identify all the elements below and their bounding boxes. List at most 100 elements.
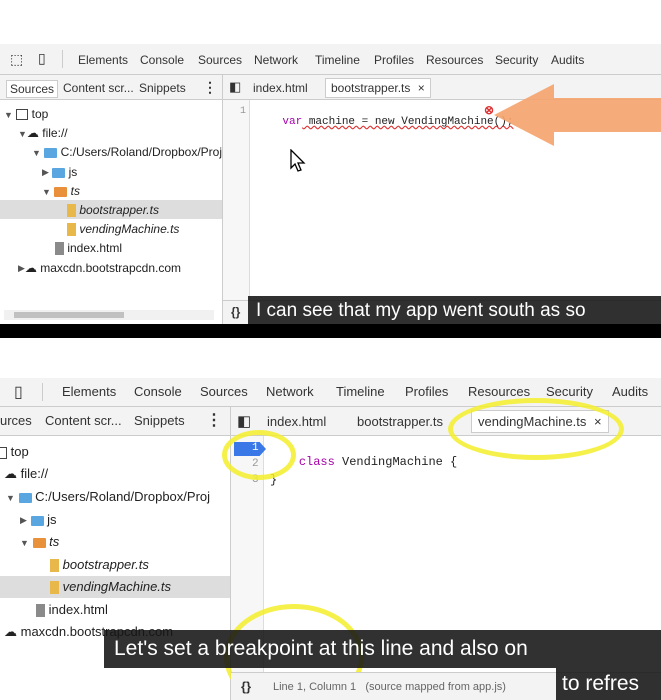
tab-security[interactable]: Security [495, 53, 538, 67]
toggle-navigator-icon[interactable]: ◧ [237, 412, 251, 430]
frame-icon [0, 446, 7, 459]
scrollbar-thumb[interactable] [14, 312, 124, 318]
nav-tab-content-scripts[interactable]: Content scr... [45, 413, 122, 428]
code-text: VendingMachine { [334, 455, 458, 469]
nav-tab-sources[interactable]: Sources [6, 80, 59, 98]
folder-icon [18, 492, 32, 503]
tab-resources[interactable]: Resources [468, 384, 530, 399]
tab-audits[interactable]: Audits [551, 53, 584, 67]
nav-tab-sources[interactable]: urces [0, 413, 32, 428]
tree-item-vending[interactable]: vendingMachine.ts [50, 579, 172, 595]
editor-tab-bootstrapper[interactable]: bootstrapper.ts × [325, 78, 431, 98]
tab-timeline[interactable]: Timeline [336, 384, 385, 399]
tree-label: file:// [20, 466, 49, 481]
tree-item-index-html[interactable]: index.html [36, 602, 108, 618]
tab-console[interactable]: Console [134, 384, 182, 399]
tab-profiles[interactable]: Profiles [405, 384, 448, 399]
tree-item-js-folder[interactable]: ▶ js [20, 512, 57, 527]
bottom-caption-line1: Let's set a breakpoint at this line and … [104, 630, 661, 668]
highlight-circle-tab [448, 398, 624, 460]
folder-icon [52, 167, 66, 178]
device-mode-icon[interactable]: ▯ [38, 50, 46, 67]
tab-elements[interactable]: Elements [78, 53, 128, 67]
inspect-element-icon[interactable]: ⬚ [10, 51, 23, 68]
close-tab-icon[interactable]: × [418, 81, 425, 95]
tab-sources[interactable]: Sources [200, 384, 248, 399]
error-icon[interactable]: ⊗ [484, 103, 494, 117]
tree-item-file[interactable]: ☁ file:// [4, 466, 48, 482]
bottom-navigator-tabbar: urces Content scr... Snippets ⋮ [0, 407, 230, 436]
tree-item-bootstrapper[interactable]: bootstrapper.ts [50, 557, 149, 573]
tree-label: index.html [67, 241, 123, 255]
tab-audits[interactable]: Audits [612, 384, 648, 399]
tree-label: C:/Users/Roland/Dropbox/Proj [35, 489, 211, 504]
code-line-1[interactable]: var machine = new VendingMachine(); [256, 104, 513, 140]
editor-tab-index-html[interactable]: index.html [267, 414, 326, 429]
folder-icon [54, 186, 68, 197]
cloud-icon: ☁ [24, 261, 37, 275]
tree-label: C:/Users/Roland/Dropbox/Proj [60, 145, 223, 159]
tree-item-project-folder[interactable]: ▼ C:/Users/Roland/Dropbox/Proj [6, 489, 210, 504]
editor-tab-index-html[interactable]: index.html [253, 81, 308, 95]
editor-tab-bootstrapper[interactable]: bootstrapper.ts [357, 414, 443, 429]
tree-label: js [68, 165, 78, 179]
file-icon [67, 204, 76, 218]
frame-icon [16, 109, 29, 121]
tab-elements[interactable]: Elements [62, 384, 116, 399]
top-caption: I can see that my app went south as so [248, 296, 661, 324]
tree-label: bootstrapper.ts [79, 203, 159, 217]
tree-item-file[interactable]: ▼☁ file:// [18, 126, 68, 140]
device-mode-icon[interactable]: ▯ [14, 382, 23, 402]
pretty-print-icon[interactable]: {} [241, 679, 251, 694]
tab-console[interactable]: Console [140, 53, 184, 67]
bottom-caption-line2: to refres [556, 668, 661, 700]
navigator-scrollbar[interactable] [4, 310, 214, 320]
tab-network[interactable]: Network [266, 384, 314, 399]
tree-item-index-html[interactable]: index.html [55, 241, 123, 256]
top-navigator-tabbar: Sources Content scr... Snippets ⋮ [0, 75, 222, 100]
tab-network[interactable]: Network [254, 53, 298, 67]
toggle-navigator-icon[interactable]: ◧ [229, 79, 241, 95]
top-frame-bottom-border [0, 324, 661, 338]
tree-label: file:// [42, 126, 68, 140]
more-tabs-icon[interactable]: ⋮ [203, 79, 217, 96]
tree-label: ts [70, 184, 80, 198]
more-tabs-icon[interactable]: ⋮ [206, 410, 222, 430]
nav-tab-snippets[interactable]: Snippets [139, 81, 186, 95]
folder-icon [44, 147, 58, 158]
top-main-toolbar: ⬚ ▯ Elements Console Sources Network Tim… [0, 44, 661, 75]
caption-text: to refres [562, 672, 640, 695]
tree-item-ts-folder[interactable]: ▼ ts [42, 184, 80, 198]
folder-icon [32, 537, 46, 548]
highlight-circle-line [222, 430, 296, 480]
tree-label: vendingMachine.ts [62, 579, 172, 594]
tree-label: index.html [48, 602, 108, 617]
tree-item-vending[interactable]: vendingMachine.ts [67, 222, 179, 237]
cloud-icon: ☁ [4, 466, 17, 481]
gutter [223, 100, 250, 300]
tab-security[interactable]: Security [546, 384, 593, 399]
tab-profiles[interactable]: Profiles [374, 53, 414, 67]
tree-label: js [47, 512, 57, 527]
tab-resources[interactable]: Resources [426, 53, 483, 67]
tree-item-top[interactable]: ▼ top [4, 107, 48, 121]
tree-label: top [31, 107, 49, 121]
file-icon [36, 604, 45, 618]
pretty-print-icon[interactable]: {} [231, 305, 240, 319]
top-devtools-panel: ⬚ ▯ Elements Console Sources Network Tim… [0, 44, 661, 324]
line-number: 1 [240, 106, 247, 117]
tree-item-project-folder[interactable]: ▼ C:/Users/Roland/Dropbox/Proj [32, 145, 222, 159]
bottom-devtools-panel: ▯ Elements Console Sources Network Timel… [0, 378, 661, 700]
tree-item-js-folder[interactable]: ▶ js [42, 165, 77, 179]
tree-item-top[interactable]: top [0, 444, 29, 459]
mouse-cursor-icon [290, 149, 306, 172]
tree-item-cdn[interactable]: ▶☁ maxcdn.bootstrapcdn.com [18, 261, 181, 275]
tree-item-ts-folder[interactable]: ▼ ts [20, 534, 59, 549]
code-line-1[interactable]: class VendingMachine { [270, 441, 457, 483]
tab-sources[interactable]: Sources [198, 53, 242, 67]
nav-tab-snippets[interactable]: Snippets [134, 413, 185, 428]
nav-tab-content-scripts[interactable]: Content scr... [63, 81, 134, 95]
tree-item-bootstrapper[interactable]: bootstrapper.ts [67, 203, 159, 218]
cloud-icon: ☁ [4, 624, 17, 639]
tab-timeline[interactable]: Timeline [315, 53, 360, 67]
